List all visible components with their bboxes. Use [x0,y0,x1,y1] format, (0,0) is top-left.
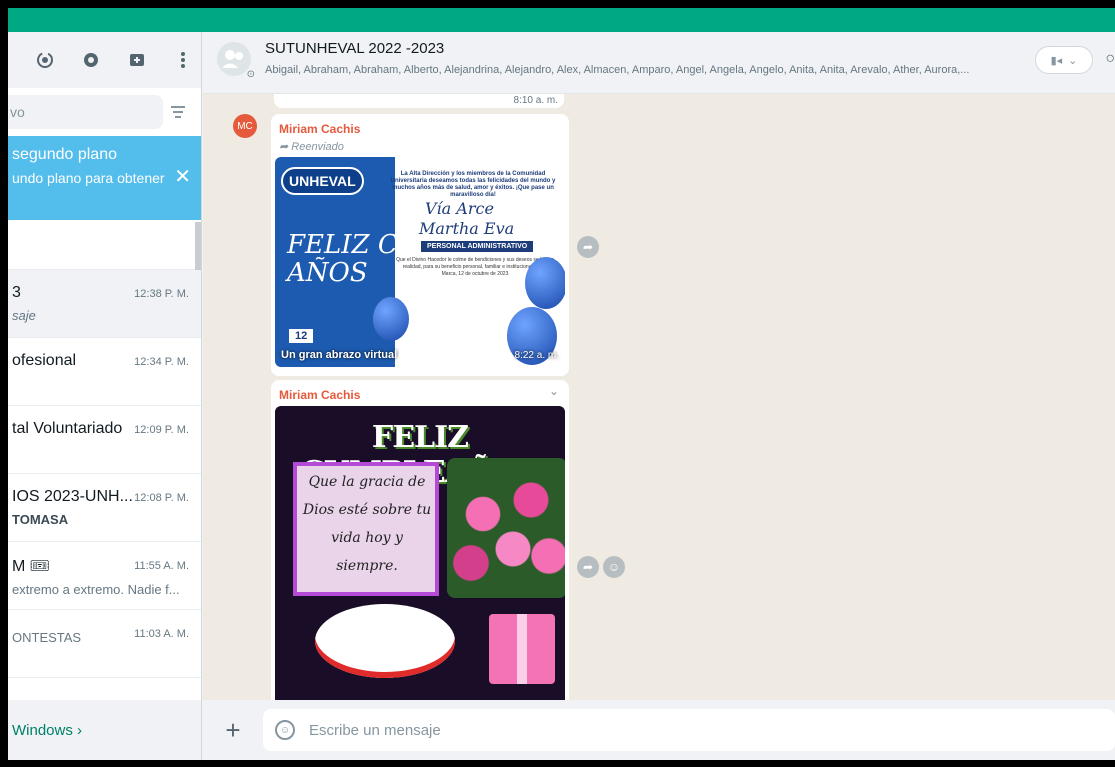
new-chat-icon[interactable] [126,49,148,71]
previous-message: 8:10 a. m. [274,94,564,108]
background-notification-banner[interactable]: segundo plano undo plano para obtener ✕ [8,136,201,220]
card-poem: Que la gracia de Dios esté sobre tu vida… [302,474,432,574]
gift-box-image [489,614,555,684]
emoji-reaction-icon[interactable]: ☺ [603,556,625,578]
video-call-button[interactable]: ▮◂ ⌄ [1035,46,1093,74]
chat-list-item[interactable]: tal Voluntariado 12:09 P. M. [8,406,201,474]
forward-icon: ➦ [279,141,292,153]
balloon [525,257,565,309]
chat-list: 3 12:38 P. M. saje ofesional 12:34 P. M. tal … [8,270,201,678]
sender-avatar[interactable]: MC [233,114,257,138]
sidebar-header [8,32,201,88]
chat-time: 12:08 P. M. [134,492,189,504]
search-input[interactable]: vo [8,95,163,129]
cake-image [315,604,455,678]
notification-title: segundo plano [12,146,117,163]
chat-list-item[interactable]: 11:03 A. M. ONTESTAS [8,610,201,678]
forward-icon[interactable]: ➦ [577,236,599,258]
balloon [373,297,409,341]
chat-list-item[interactable]: 3 12:38 P. M. saje [8,270,201,338]
chat-list-item[interactable]: IOS 2023-UNH... 12:08 P. M. TOMASA [8,474,201,542]
windows-app-promo[interactable]: Windows › [8,700,201,760]
group-avatar[interactable]: ⊙ [217,42,255,80]
message-placeholder: Escribe un mensaje [309,721,441,739]
close-icon[interactable]: ✕ [174,164,191,189]
chat-list-item[interactable]: ofesional 12:34 P. M. [8,338,201,406]
status-icon[interactable] [34,49,56,71]
message-time: 8:10 a. m. [513,95,558,106]
community-icon: ⊙ [246,69,255,80]
card-name-line2: Martha Eva [419,219,515,238]
chat-name: IOS 2023-UNH... [12,488,132,505]
chat-time: 12:09 P. M. [134,424,189,436]
forward-icon[interactable]: ➦ [577,556,599,578]
chevron-down-icon[interactable]: ⌄ [549,384,559,398]
card-role: PERSONAL ADMINISTRATIVO [421,241,534,252]
search-placeholder: vo [10,104,25,120]
card-date-badge: 12 [289,329,314,343]
chat-time: 12:34 P. M. [134,356,189,368]
top-bar [8,8,1115,32]
card-caption: Un gran abrazo virtual [281,349,398,361]
chat-name: 3 [12,284,21,301]
search-icon[interactable]: ○ [1105,50,1115,68]
forwarded-label: ➦ Reenviado [275,136,565,157]
chat-last-message: extremo a extremo. Nadie f... [12,582,180,597]
birthday-card-image[interactable]: UNHEVAL FELIZ Cumple AÑOS 12 La Alta Dir… [275,157,565,367]
chat-last-message: TOMASA [12,512,69,527]
conversation-panel: ⊙ SUTUNHEVAL 2022 -2023 Abigail, Abraham… [203,32,1115,760]
channels-icon[interactable] [80,49,102,71]
chat-time: 11:55 A. M. [134,560,189,572]
notification-text: undo plano para obtener [12,170,165,186]
sender-name[interactable]: Miriam Cachis [275,118,565,136]
chat-time: 12:38 P. M. [134,288,189,300]
chat-name: M 🎟 [12,558,51,575]
menu-icon[interactable] [172,49,194,71]
message-composer: + ☺ Escribe un mensaje [203,700,1115,760]
chevron-down-icon: ⌄ [1068,54,1078,67]
emoji-icon[interactable]: ☺ [275,720,295,740]
video-icon: ▮◂ [1050,54,1063,67]
sidebar: vo segundo plano undo plano para obtener… [8,32,202,760]
roses-bouquet [447,458,565,598]
filter-icon[interactable] [163,106,193,118]
chat-time: 11:03 A. M. [134,628,189,640]
archived-row[interactable] [8,220,201,270]
card-top-text: La Alta Dirección y los miembros de la C… [390,171,556,198]
card-name-line1: Vía Arce [425,199,494,218]
chat-list-item[interactable]: M 🎟 11:55 A. M. extremo a extremo. Nadie f… [8,542,201,610]
unheval-logo: UNHEVAL [281,167,364,195]
message-input[interactable]: ☺ Escribe un mensaje [263,709,1115,751]
forwarded-text: Reenviado [291,141,344,153]
message-time: 8:22 a. m. [514,350,559,361]
sender-name[interactable]: Miriam Cachis [275,384,565,402]
conversation-header[interactable]: ⊙ SUTUNHEVAL 2022 -2023 Abigail, Abraham… [203,32,1115,94]
search-row: vo [8,88,201,136]
message-list: 8:10 a. m. MC Miriam Cachis ➦ Reenviado … [203,94,1115,700]
chat-last-message: saje [12,308,36,323]
whatsapp-window: vo segundo plano undo plano para obtener… [8,8,1115,760]
birthday-greeting-image[interactable]: FELIZ CUMPLEAÑOS Que la gracia de Dios e… [275,406,565,700]
message-bubble[interactable]: Miriam Cachis ➦ Reenviado UNHEVAL FELIZ … [271,114,569,376]
group-members: Abigail, Abraham, Abraham, Alberto, Alej… [265,64,970,76]
chat-name: tal Voluntariado [12,420,123,437]
group-title: SUTUNHEVAL 2022 -2023 [265,40,445,57]
message-bubble[interactable]: Miriam Cachis ⌄ FELIZ CUMPLEAÑOS Que la … [271,380,569,700]
windows-link[interactable]: Windows › [12,722,82,739]
chat-name: ofesional [12,352,77,369]
attach-icon[interactable]: + [203,715,263,746]
